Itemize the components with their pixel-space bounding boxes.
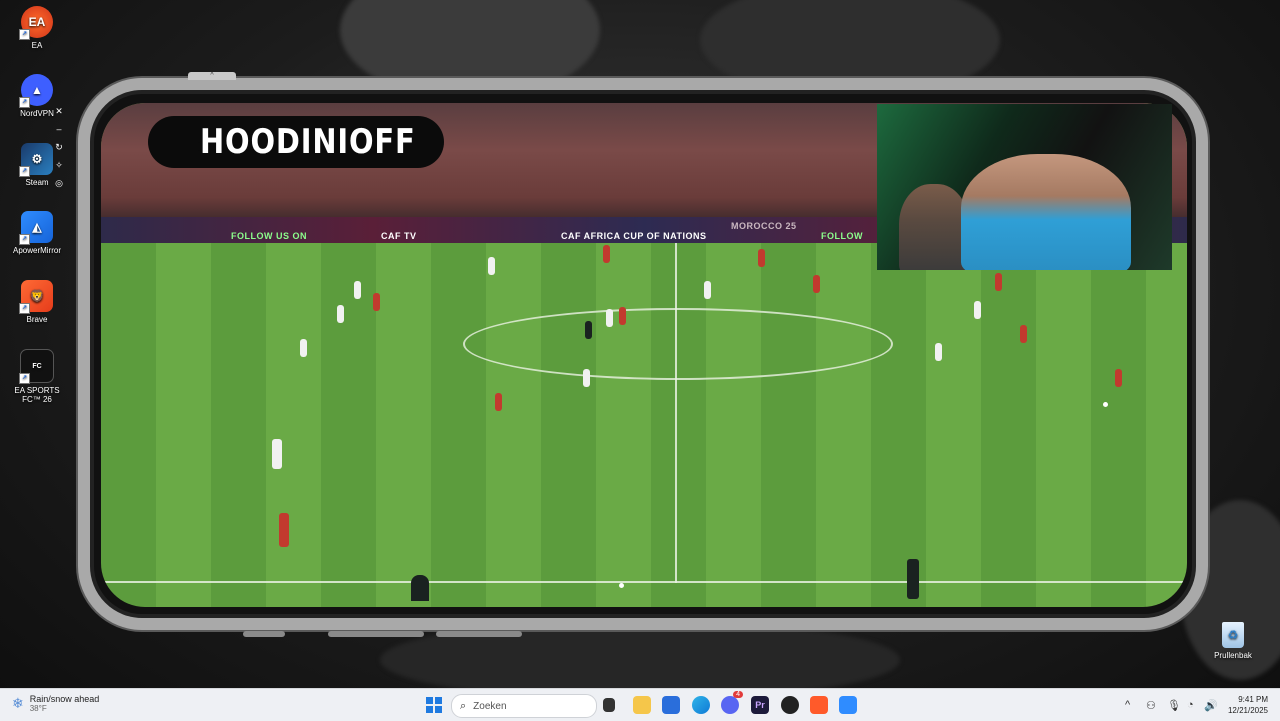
close-icon[interactable]: ✕ — [53, 102, 65, 120]
obs-icon[interactable] — [781, 696, 799, 714]
start-button[interactable] — [425, 696, 443, 714]
player — [488, 257, 495, 275]
ball — [619, 583, 624, 588]
task-view-icon[interactable] — [603, 698, 615, 712]
player — [1020, 325, 1027, 343]
clock-time: 9:41 PM — [1238, 695, 1268, 704]
player — [373, 293, 380, 311]
player — [272, 439, 282, 469]
taskbar-search[interactable]: ⌕ Zoeken — [451, 694, 597, 718]
ad-caftv: CAF TV — [381, 231, 417, 241]
premiere-icon[interactable]: Pr — [751, 696, 769, 714]
player — [758, 249, 765, 267]
player — [300, 339, 307, 357]
player — [974, 301, 981, 319]
search-placeholder: Zoeken — [473, 700, 507, 712]
center-circle — [463, 308, 893, 380]
desktop-icon-label: EA — [31, 41, 43, 50]
ea-icon: EA ↗ — [19, 6, 53, 40]
edge-icon[interactable] — [692, 696, 710, 714]
player — [337, 305, 344, 323]
player — [619, 307, 626, 325]
webcam-overlay — [877, 104, 1172, 270]
wifi-icon[interactable]: ◔ — [1187, 699, 1194, 711]
phone-top-tab[interactable]: ^ — [188, 72, 236, 80]
player — [704, 281, 711, 299]
desktop-icon-label: Brave — [26, 315, 48, 324]
brave-icon: 🦁 ↗ — [19, 280, 53, 314]
snow-cloud-icon: ❄ — [12, 695, 24, 711]
streamer-name: HOODINIOFF — [200, 122, 416, 162]
rotate-icon[interactable]: ↻ — [53, 138, 65, 156]
apowermirror-taskbar-icon[interactable] — [839, 696, 857, 714]
weather-title: Rain/snow ahead — [29, 694, 100, 704]
ad-afcon: CAF AFRICA CUP OF NATIONS — [561, 231, 707, 241]
taskbar: ❄ Rain/snow ahead 38°F ⌕ Zoeken 4 Pr ^ ⚇… — [0, 688, 1280, 721]
weather-widget[interactable]: ❄ Rain/snow ahead 38°F — [12, 694, 99, 713]
player — [995, 273, 1002, 291]
windows-icon — [426, 697, 442, 713]
steam-icon: ⚙ ↗ — [19, 143, 53, 177]
player — [279, 513, 289, 547]
mirror-toolbar: ✕ – ↻ ✧ ◎ — [53, 102, 65, 192]
player — [935, 343, 942, 361]
clock-date: 12/21/2025 — [1227, 706, 1268, 715]
official — [411, 575, 429, 601]
microphone-icon[interactable]: 🎙 — [1167, 699, 1181, 712]
desktop-icon-fc26[interactable]: FC ↗ EA SPORTS FC™ 26 — [8, 349, 66, 404]
player — [495, 393, 502, 411]
weather-temp: 38°F — [29, 704, 47, 713]
ad-morocco: MOROCCO 25 — [731, 221, 797, 231]
player — [354, 281, 361, 299]
discord-icon[interactable]: 4 — [721, 691, 743, 714]
person-left — [899, 184, 969, 270]
player — [603, 245, 610, 263]
player — [583, 369, 590, 387]
brave-taskbar-icon[interactable] — [810, 696, 828, 714]
recycle-bin-icon: ♻ — [1222, 622, 1244, 648]
phone-button-bar — [243, 631, 285, 637]
desktop-icon-label: EA SPORTS FC™ 26 — [14, 386, 60, 404]
desktop-icon-label: ApowerMirror — [12, 246, 61, 255]
desktop-icon-brave[interactable]: 🦁 ↗ Brave — [8, 280, 66, 324]
file-explorer-icon[interactable] — [633, 696, 651, 714]
search-icon: ⌕ — [460, 699, 467, 712]
nordvpn-icon: ▲ ↗ — [19, 74, 53, 108]
recycle-bin-label: Prullenbak — [1214, 651, 1252, 660]
notification-badge: 4 — [733, 691, 743, 698]
ad-follow-right: FOLLOW — [821, 231, 863, 241]
person-right — [961, 154, 1131, 270]
minimize-icon[interactable]: – — [53, 120, 65, 138]
desktop-icon-apowermirror[interactable]: ◭ ↗ ApowerMirror — [8, 211, 66, 255]
streamer-brand-badge: HOODINIOFF — [148, 116, 444, 168]
official — [907, 559, 919, 599]
network-icon[interactable]: ⚇ — [1146, 699, 1156, 712]
ad-follow: FOLLOW US ON — [231, 231, 307, 241]
settings-icon[interactable]: ◎ — [53, 174, 65, 192]
player — [813, 275, 820, 293]
player — [585, 321, 592, 339]
pin-icon[interactable]: ✧ — [53, 156, 65, 174]
desktop-icon-ea[interactable]: EA ↗ EA — [8, 6, 66, 50]
ball — [1103, 402, 1108, 407]
fc26-icon: FC ↗ — [19, 349, 54, 384]
apowermirror-icon: ◭ ↗ — [19, 211, 53, 245]
recycle-bin[interactable]: ♻ Prullenbak — [1210, 622, 1256, 660]
player — [1115, 369, 1122, 387]
clock[interactable]: 9:41 PM 12/21/2025 — [1222, 694, 1268, 716]
phone-button-bar — [328, 631, 424, 637]
player — [606, 309, 613, 327]
speaker-icon[interactable]: 🔊 — [1204, 699, 1218, 712]
halfway-line — [675, 243, 677, 583]
chevron-up-icon[interactable]: ^ — [1125, 699, 1130, 711]
touch-line — [101, 581, 1187, 583]
phone-button-bar — [436, 631, 522, 637]
store-icon[interactable] — [662, 696, 680, 714]
